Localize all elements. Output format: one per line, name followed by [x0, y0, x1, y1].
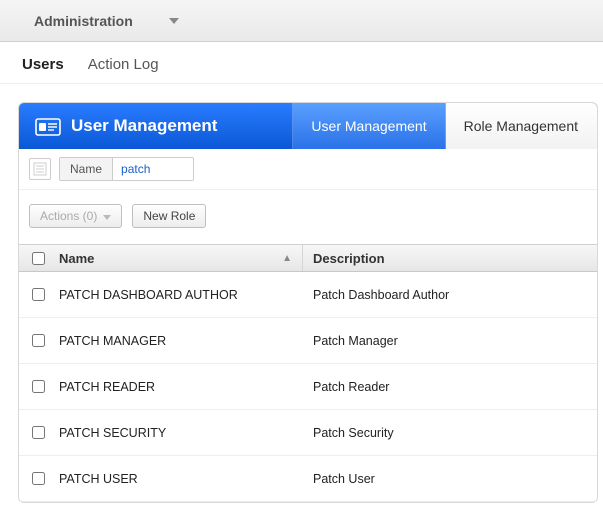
actions-button-label: Actions (0) [40, 209, 97, 223]
row-description: Patch Reader [303, 380, 597, 394]
row-checkbox[interactable] [32, 288, 45, 301]
filter-label: Name [60, 158, 113, 180]
chevron-down-icon [103, 209, 111, 223]
subtab-user-management[interactable]: User Management [293, 103, 445, 149]
user-management-panel: User Management User Management Role Man… [18, 102, 598, 503]
row-checkbox-cell [19, 472, 57, 485]
row-description: Patch Manager [303, 334, 597, 348]
row-name: PATCH SECURITY [57, 426, 303, 440]
row-checkbox-cell [19, 334, 57, 347]
header-checkbox-cell [19, 252, 57, 265]
row-name: PATCH USER [57, 472, 303, 486]
administration-menu-label: Administration [34, 13, 133, 29]
row-checkbox-cell [19, 288, 57, 301]
row-checkbox-cell [19, 426, 57, 439]
table-row[interactable]: PATCH USERPatch User [19, 456, 597, 502]
filter-input[interactable] [113, 158, 193, 180]
header-name[interactable]: Name ▲ [57, 245, 303, 271]
panel-title: User Management [71, 116, 217, 136]
filter-bar: Name [19, 149, 597, 190]
subtab-role-management[interactable]: Role Management [446, 103, 597, 149]
tab-users[interactable]: Users [22, 56, 64, 73]
new-role-button-label: New Role [143, 209, 195, 223]
tab-action-log[interactable]: Action Log [88, 56, 159, 73]
row-checkbox[interactable] [32, 426, 45, 439]
toolbar: Actions (0) New Role [19, 190, 597, 244]
row-name: PATCH READER [57, 380, 303, 394]
table-body: PATCH DASHBOARD AUTHORPatch Dashboard Au… [19, 272, 597, 502]
header-description[interactable]: Description [303, 251, 597, 266]
sort-asc-icon: ▲ [282, 253, 292, 264]
primary-tabs: Users Action Log [0, 42, 603, 84]
header-name-label: Name [59, 251, 94, 266]
row-checkbox-cell [19, 380, 57, 393]
row-description: Patch Security [303, 426, 597, 440]
row-description: Patch User [303, 472, 597, 486]
administration-menu[interactable]: Administration [8, 9, 193, 33]
table-row[interactable]: PATCH MANAGERPatch Manager [19, 318, 597, 364]
row-name: PATCH DASHBOARD AUTHOR [57, 288, 303, 302]
top-bar: Administration [0, 0, 603, 42]
select-all-checkbox[interactable] [32, 252, 45, 265]
new-role-button[interactable]: New Role [132, 204, 206, 228]
row-checkbox[interactable] [32, 472, 45, 485]
filter-box: Name [59, 157, 194, 181]
actions-button[interactable]: Actions (0) [29, 204, 122, 228]
table-header: Name ▲ Description [19, 244, 597, 272]
row-checkbox[interactable] [32, 334, 45, 347]
row-description: Patch Dashboard Author [303, 288, 597, 302]
table-row[interactable]: PATCH DASHBOARD AUTHORPatch Dashboard Au… [19, 272, 597, 318]
id-card-icon [35, 116, 61, 136]
table-row[interactable]: PATCH SECURITYPatch Security [19, 410, 597, 456]
panel-wrap: User Management User Management Role Man… [0, 84, 603, 503]
row-name: PATCH MANAGER [57, 334, 303, 348]
panel-subtabs: User Management Role Management [292, 103, 597, 149]
row-checkbox[interactable] [32, 380, 45, 393]
table-row[interactable]: PATCH READERPatch Reader [19, 364, 597, 410]
list-icon[interactable] [29, 158, 51, 180]
chevron-down-icon [169, 18, 179, 24]
panel-header: User Management User Management Role Man… [19, 103, 597, 149]
